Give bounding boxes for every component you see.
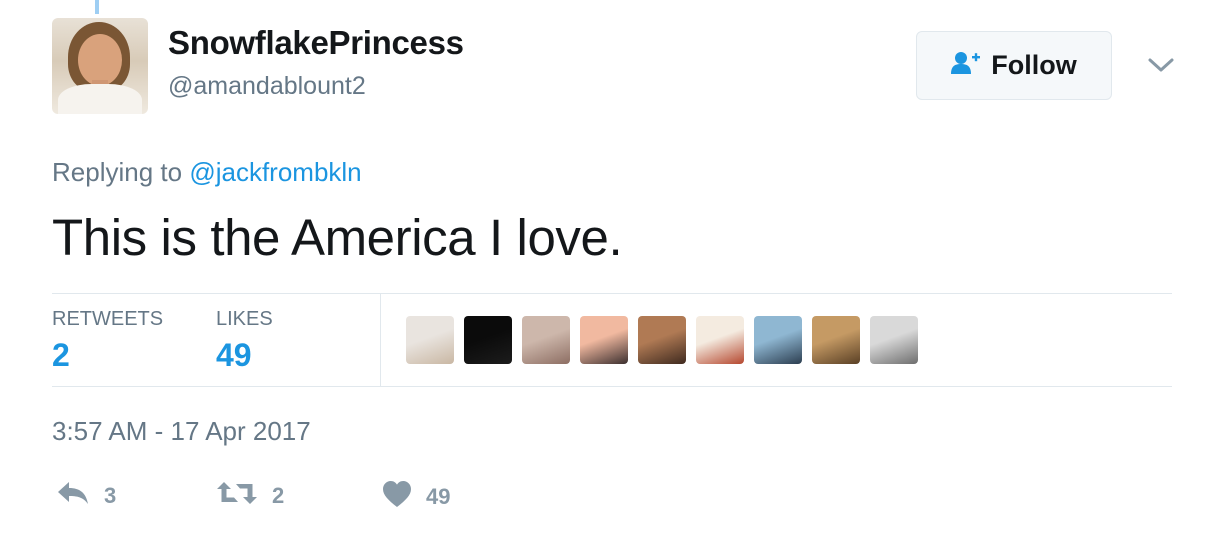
retweets-value: 2: [52, 337, 70, 373]
author-display-name[interactable]: SnowflakePrincess: [168, 24, 464, 62]
retweet-button[interactable]: 2: [216, 480, 284, 511]
stats-divider: [380, 294, 381, 386]
reply-count: 3: [104, 482, 117, 508]
avatar-sunset[interactable]: [580, 316, 628, 364]
follow-button-label: Follow: [991, 50, 1077, 80]
retweets-stat[interactable]: RETWEETS 2: [52, 308, 163, 374]
retweets-label: RETWEETS: [52, 308, 164, 330]
author-avatar[interactable]: [52, 18, 148, 114]
avatar-woman-selfie[interactable]: [522, 316, 570, 364]
chevron-down-icon[interactable]: [1146, 54, 1176, 76]
reply-context-prefix: Replying to: [52, 157, 183, 187]
avatar-black-cat[interactable]: [464, 316, 512, 364]
avatar-cat-photo[interactable]: [812, 316, 860, 364]
reply-button[interactable]: 3: [56, 480, 116, 511]
follow-button[interactable]: Follow: [916, 31, 1112, 100]
liker-avatars: [406, 316, 918, 364]
like-button[interactable]: 49: [382, 480, 450, 513]
divider: [52, 386, 1172, 387]
add-user-icon: [951, 51, 981, 80]
likes-value: 49: [216, 337, 252, 373]
avatar-woman-blur[interactable]: [638, 316, 686, 364]
reply-icon: [56, 480, 90, 511]
like-count: 49: [426, 483, 451, 509]
reply-context: Replying to @jackfrombkln: [52, 157, 362, 188]
avatar-blonde-woman[interactable]: [406, 316, 454, 364]
avatar-bill-the-cat[interactable]: [696, 316, 744, 364]
likes-stat[interactable]: LIKES 49: [216, 308, 273, 374]
likes-label: LIKES: [216, 308, 273, 330]
retweet-count: 2: [272, 482, 285, 508]
divider: [52, 293, 1172, 294]
author-handle[interactable]: @amandablount2: [168, 72, 366, 101]
heart-icon: [382, 480, 412, 513]
retweet-icon: [216, 480, 258, 511]
tweet-timestamp[interactable]: 3:57 AM - 17 Apr 2017: [52, 416, 311, 447]
thread-connector-line: [95, 0, 99, 14]
tweet-text: This is the America I love.: [52, 209, 623, 266]
avatar-wine-glasses[interactable]: [870, 316, 918, 364]
reply-mention-link[interactable]: @jackfrombkln: [189, 157, 361, 187]
avatar-woman-boat[interactable]: [754, 316, 802, 364]
